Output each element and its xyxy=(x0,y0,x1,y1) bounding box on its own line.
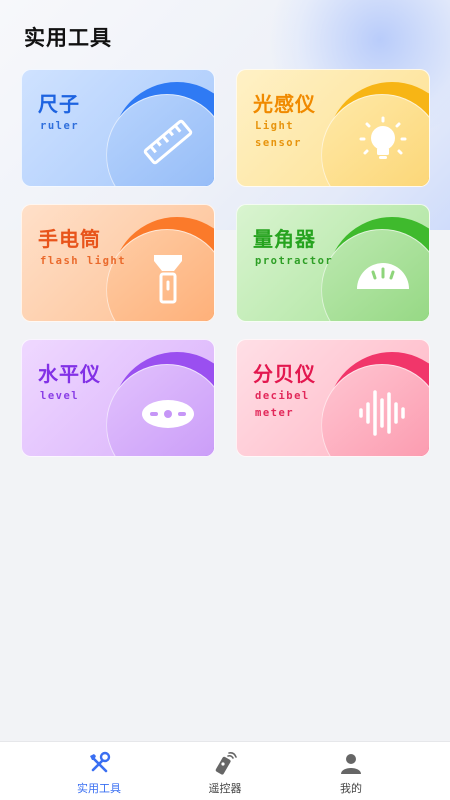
card-subtitle: level xyxy=(40,390,80,402)
ruler-icon xyxy=(143,119,193,165)
tool-card-light-sensor[interactable]: 光感仪 Light sensor xyxy=(236,69,430,187)
card-title: 手电筒 xyxy=(38,227,101,251)
remote-icon xyxy=(215,752,237,775)
page-title: 实用工具 xyxy=(24,26,112,50)
user-icon xyxy=(341,754,361,774)
card-subtitle: flash light xyxy=(40,255,127,267)
tab-remote[interactable]: 遥控器 xyxy=(175,742,275,800)
card-subtitle: ruler xyxy=(40,120,80,132)
tools-icon xyxy=(90,751,111,773)
protractor-icon xyxy=(357,263,409,289)
tool-card-flashlight[interactable]: 手电筒 flash light xyxy=(21,204,215,322)
card-subtitle: decibel meter xyxy=(255,390,310,419)
card-title: 光感仪 xyxy=(253,92,316,116)
card-title: 尺子 xyxy=(38,92,80,116)
flashlight-icon xyxy=(154,255,182,304)
soundwave-icon xyxy=(359,390,405,436)
tool-card-decibel-meter[interactable]: 分贝仪 decibel meter xyxy=(236,339,430,457)
tab-tools[interactable]: 实用工具 xyxy=(49,742,149,800)
tab-label: 遥控器 xyxy=(208,782,242,795)
card-subtitle: protractor xyxy=(255,255,334,267)
level-icon xyxy=(142,400,194,428)
card-title: 量角器 xyxy=(253,227,316,251)
tool-card-protractor[interactable]: 量角器 protractor xyxy=(236,204,430,322)
tool-card-ruler[interactable]: 尺子 ruler xyxy=(21,69,215,187)
card-title: 水平仪 xyxy=(38,362,101,386)
tab-label: 实用工具 xyxy=(77,782,121,795)
bottom-tab-bar: 实用工具 遥控器 我的 xyxy=(0,741,450,800)
card-subtitle: Light sensor xyxy=(255,120,302,149)
card-title: 分贝仪 xyxy=(253,362,316,386)
lightbulb-icon xyxy=(359,116,407,159)
tab-profile[interactable]: 我的 xyxy=(301,742,401,800)
tool-card-level[interactable]: 水平仪 level xyxy=(21,339,215,457)
tab-label: 我的 xyxy=(340,782,362,795)
